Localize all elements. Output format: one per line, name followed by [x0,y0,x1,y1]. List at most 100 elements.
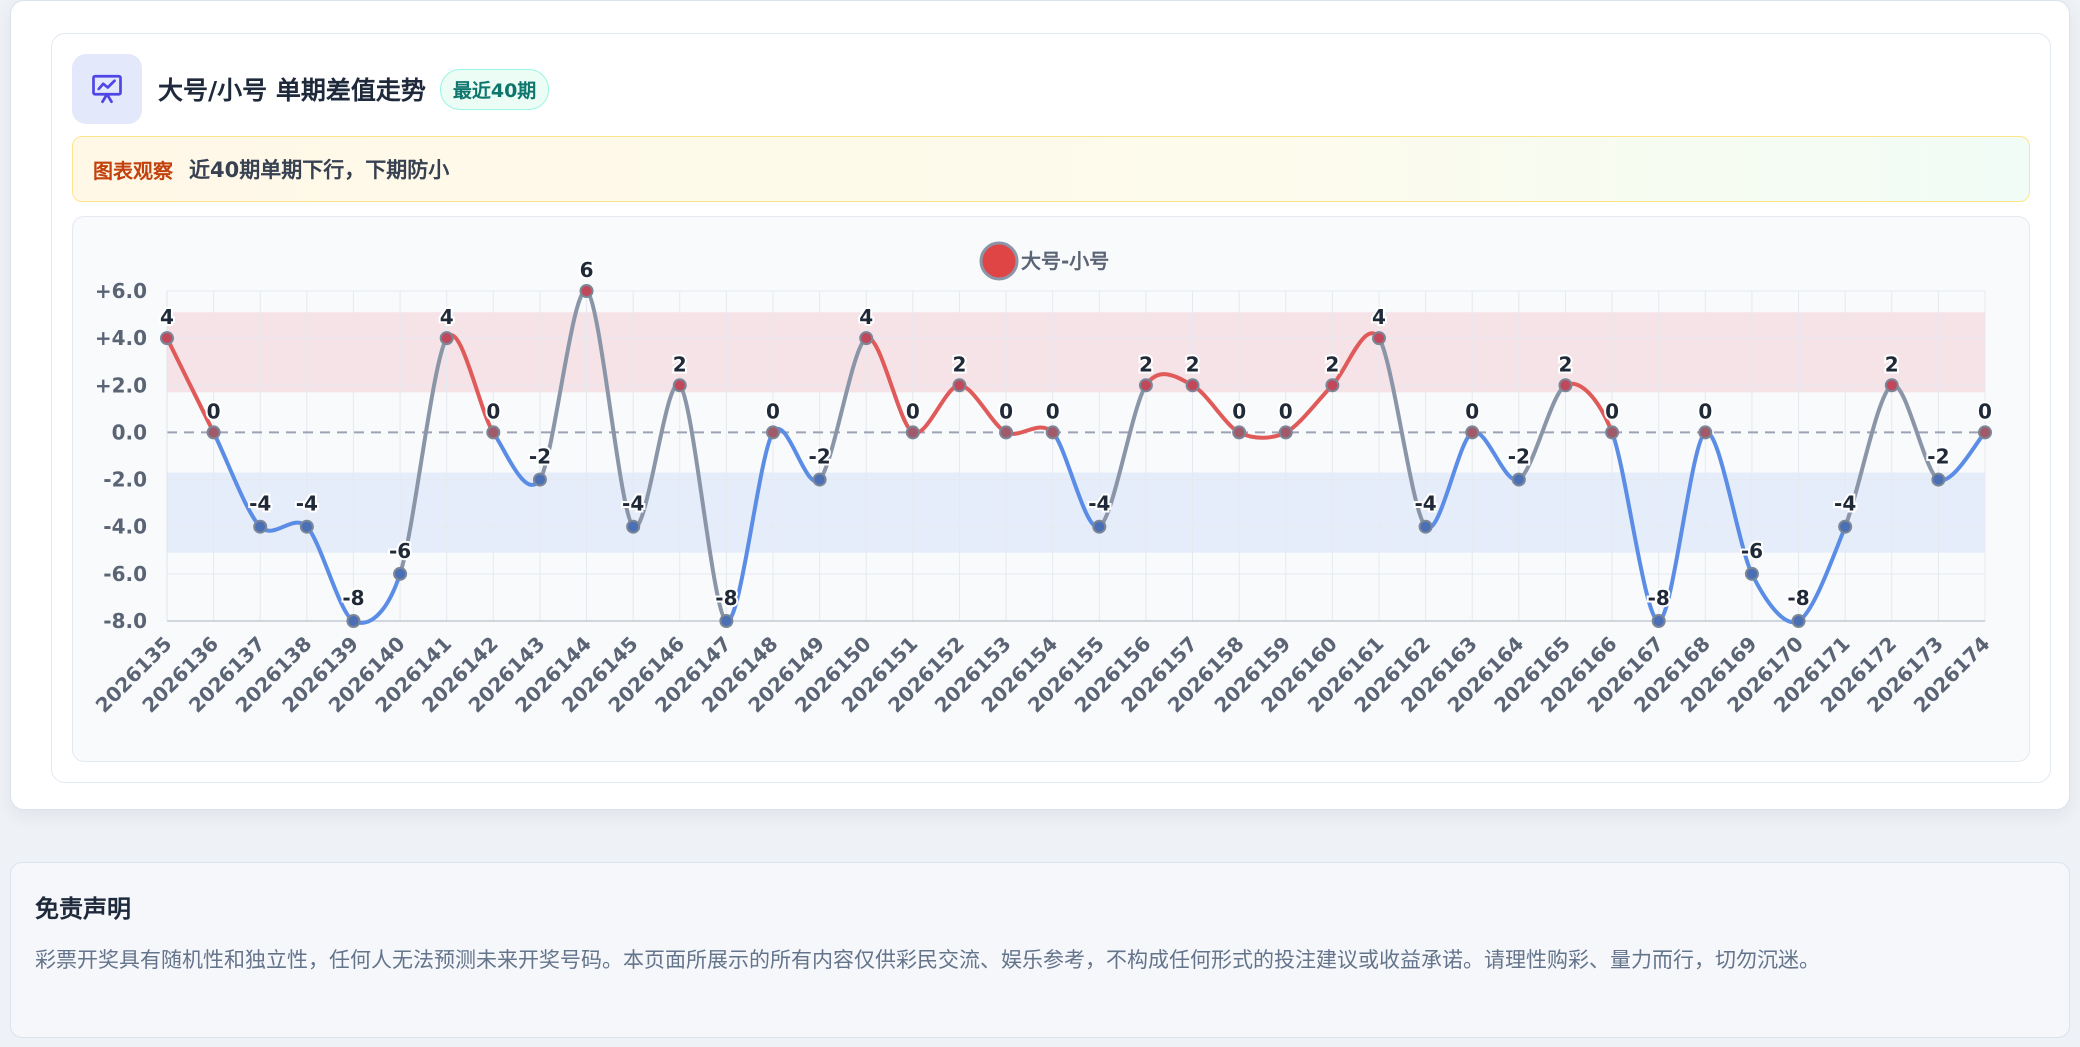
data-label: 4 [859,305,873,329]
data-point [253,519,268,534]
data-label: -4 [1415,492,1437,516]
presentation-chart-icon [72,54,142,124]
data-point [1744,566,1759,581]
data-point [1791,614,1806,628]
series-line-segment [910,383,962,435]
data-label: -4 [1088,492,1110,516]
data-point [1838,519,1853,534]
data-point [1931,472,1946,487]
insight-banner: 图表观察 近40期单期下行，下期防小 [72,136,2030,202]
data-point [1651,614,1666,628]
y-tick-label: -2.0 [103,468,147,492]
data-label: -6 [1741,539,1763,563]
data-point [905,425,920,440]
data-label: -2 [1508,445,1530,469]
line-chart: +6.0+4.0+2.00.0-2.0-4.0-6.0-8.040-4 -4-8-… [91,241,1995,717]
data-label: 0 [486,399,500,423]
data-point [1558,378,1573,393]
data-label: 0 [1465,399,1479,423]
y-tick-label: +4.0 [95,326,147,350]
data-point [160,331,174,346]
data-point [766,425,780,440]
chart-card: 大号/小号 单期差值走势 最近40期 图表观察 近40期单期下行，下期防小 +6… [51,33,2051,783]
data-point [1232,425,1247,440]
data-point [812,472,827,487]
data-point [1884,378,1899,393]
data-point [206,425,221,440]
data-point [1978,425,1992,440]
data-label: 0 [999,399,1013,423]
data-label: 0 [1605,399,1619,423]
legend-label: 大号-小号 [1021,249,1109,273]
data-label: 4 [160,305,174,329]
data-point [859,331,874,346]
y-tick-label: +6.0 [95,279,147,303]
insight-text: 近40期单期下行，下期防小 [189,158,450,182]
data-label: -8 [1787,586,1809,610]
series-line-segment [1004,425,1055,436]
data-label: 2 [953,352,967,376]
data-label: -4 [1834,492,1856,516]
data-label: -2 [1927,445,1949,469]
data-point [579,284,594,298]
data-point [1092,519,1107,534]
data-point [672,378,687,393]
data-label: 0 [1698,399,1712,423]
data-label: -8 [715,586,737,610]
data-point [486,425,501,440]
insight-label: 图表观察 [93,158,173,183]
chart-area: +6.0 +4.0 +2.0 0.0 -2.0 -4.0 -6.0 -8.0 4 0 -4 -4 -8-… [72,216,2030,762]
data-point [1605,425,1620,440]
y-tick-label: -8.0 [103,609,147,633]
data-label: -2 [529,445,551,469]
data-label: -4 [622,492,644,516]
data-label: -8 [342,586,364,610]
data-point [1511,472,1526,487]
data-label: 2 [1139,352,1153,376]
data-label: 2 [1325,352,1339,376]
y-tick-label: +2.0 [95,373,147,397]
data-point [1278,425,1293,440]
data-point [393,566,408,581]
data-point [1138,378,1153,393]
data-label: 0 [1978,399,1992,423]
data-point [626,519,641,534]
data-label: 0 [207,399,221,423]
data-point [346,614,361,628]
data-label: 2 [1186,352,1200,376]
data-point [1325,378,1340,393]
data-point [299,519,314,534]
data-label: 4 [1372,305,1386,329]
y-tick-label: -4.0 [103,515,147,539]
data-point [719,614,734,628]
data-label: 0 [1232,399,1246,423]
data-label: 6 [580,258,594,282]
data-label: 0 [906,399,920,423]
data-label: 2 [1885,352,1899,376]
data-point [532,472,547,487]
data-label: -8 [1648,586,1670,610]
data-point [439,331,454,346]
data-point [952,378,967,393]
data-label: -2 [809,445,831,469]
disclaimer-panel: 免责声明 彩票开奖具有随机性和独立性，任何人无法预测未来开奖号码。本页面所展示的… [10,862,2070,1038]
disclaimer-title: 免责声明 [35,895,131,923]
y-tick-label: -6.0 [103,562,147,586]
data-label: -4 [296,492,318,516]
data-label: -4 [249,492,271,516]
data-label: 0 [1279,399,1293,423]
data-point [1045,425,1060,440]
data-point [1372,331,1386,346]
data-point [1185,378,1200,393]
period-badge: 最近40期 [439,68,550,110]
data-label: -6 [389,539,411,563]
data-point [1465,425,1480,440]
chart-header: 大号/小号 单期差值走势 最近40期 [72,54,550,124]
chart-title: 大号/小号 单期差值走势 [158,76,426,105]
chart-panel: 大号/小号 单期差值走势 最近40期 图表观察 近40期单期下行，下期防小 +6… [10,0,2070,810]
data-label: 2 [1559,352,1573,376]
data-point [999,425,1014,440]
data-label: 0 [1046,399,1060,423]
data-point [1418,519,1433,534]
data-label: 0 [766,399,780,423]
